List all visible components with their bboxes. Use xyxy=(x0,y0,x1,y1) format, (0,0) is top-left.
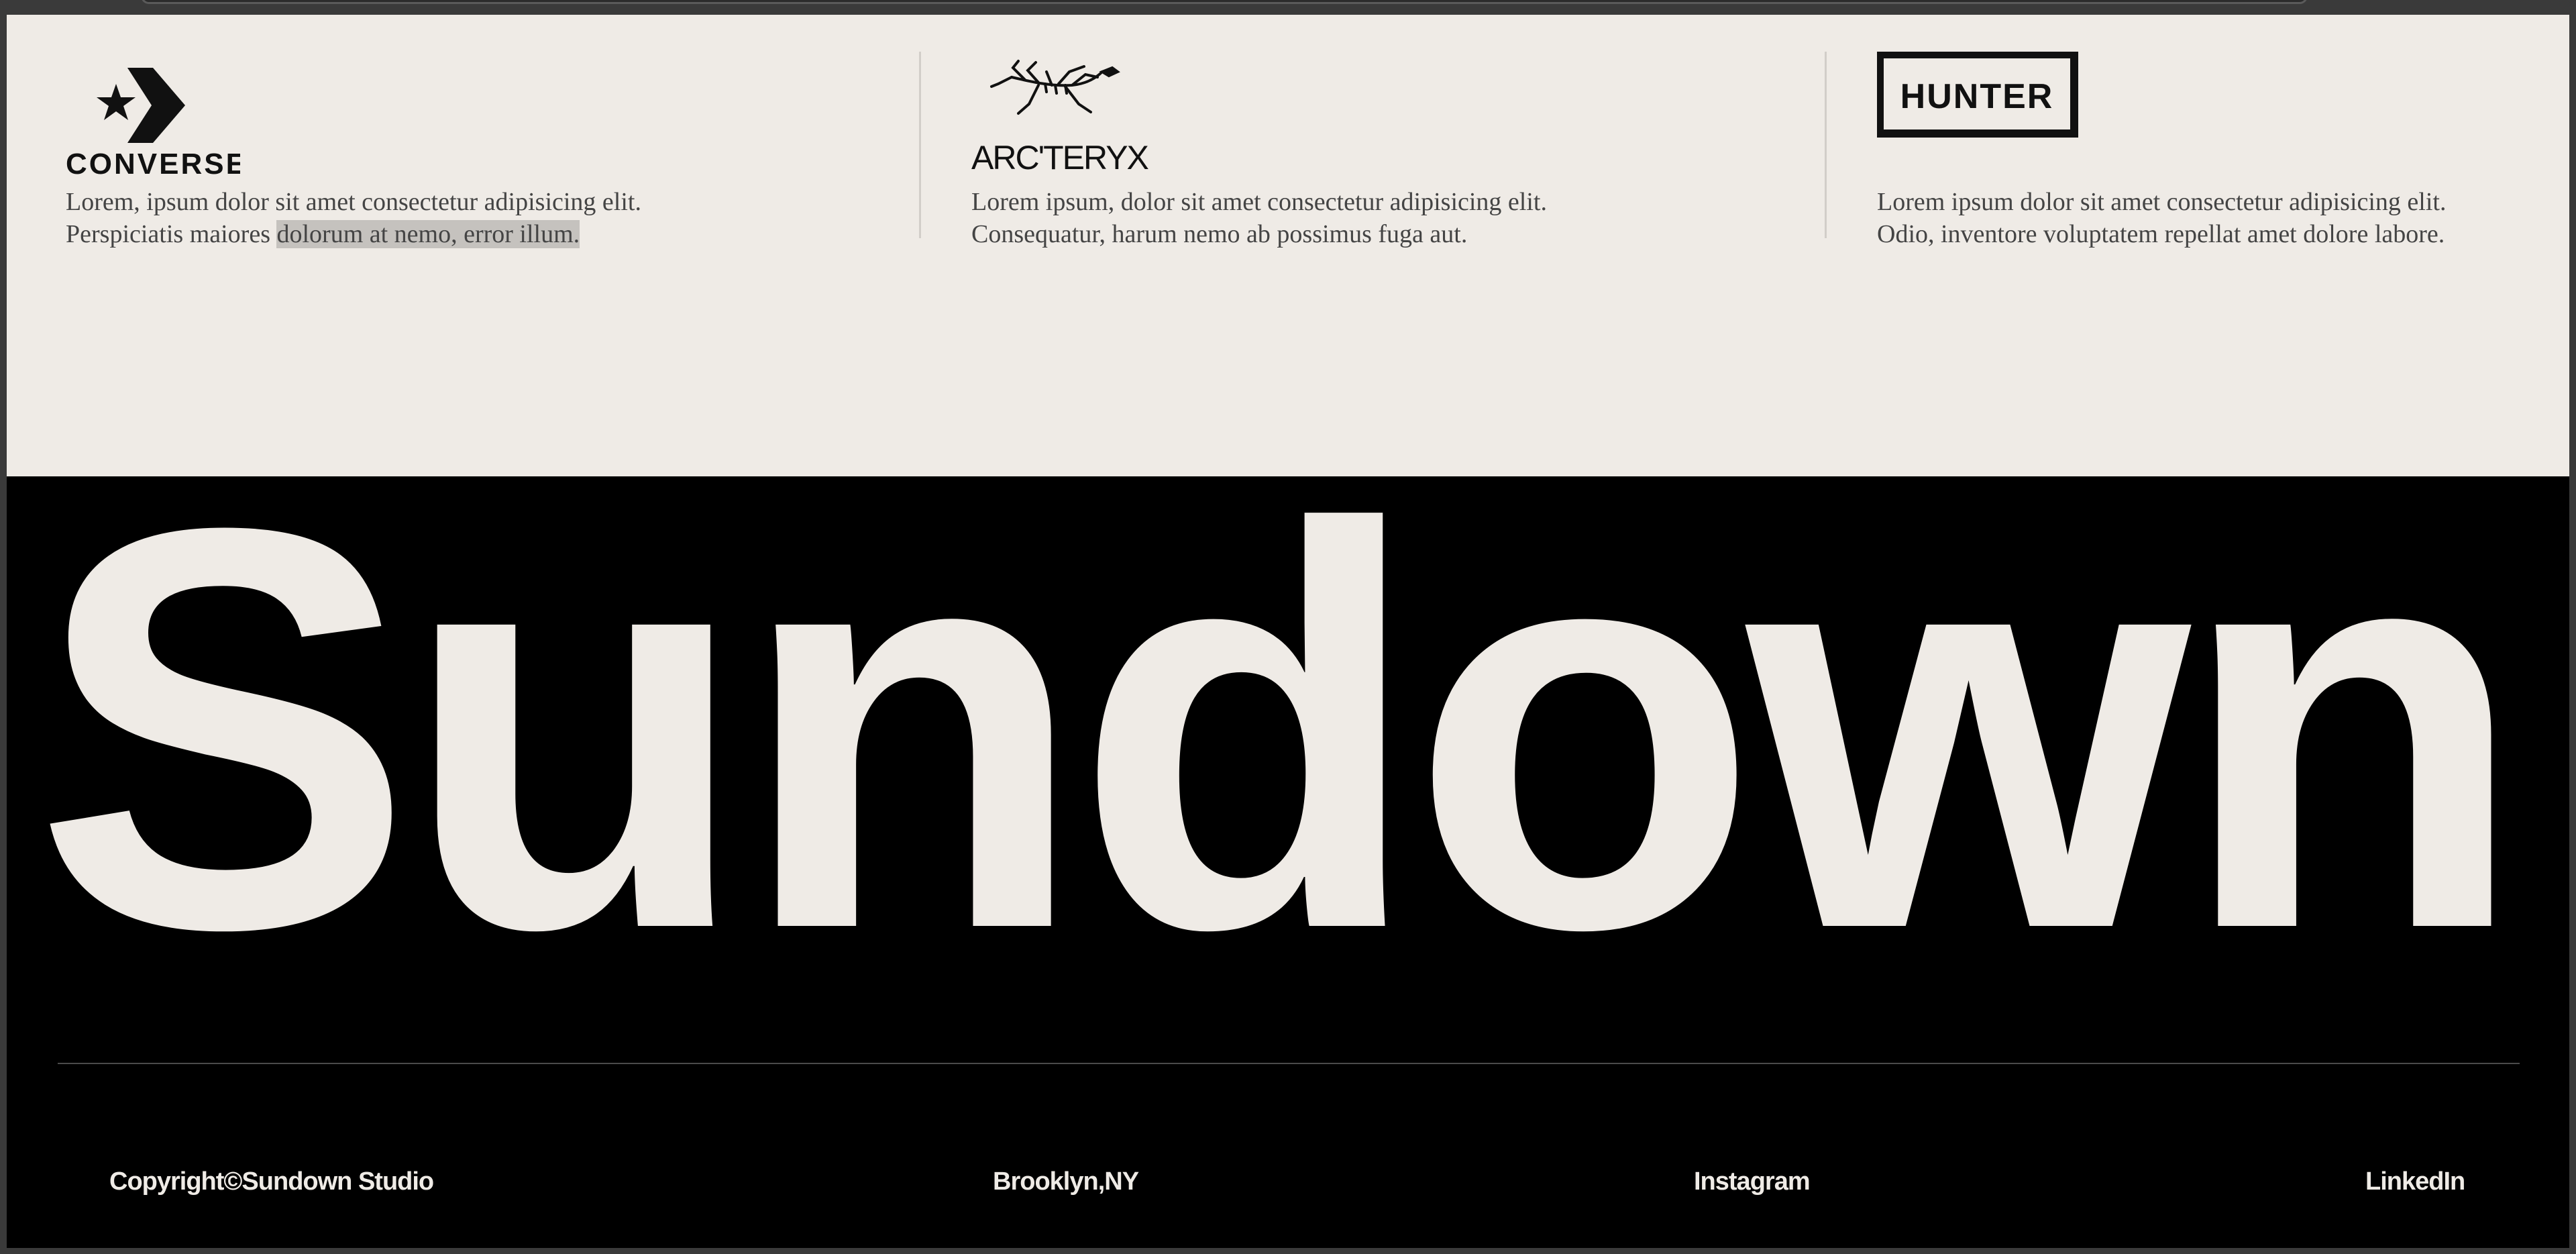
brand-description: Lorem ipsum dolor sit amet consectetur a… xyxy=(1877,186,2569,250)
converse-wordmark: CONVERSE xyxy=(66,148,240,180)
desc-text: Perspiciatis maiores xyxy=(66,220,277,248)
hero-wordmark: Sundown xyxy=(34,411,2526,1047)
column-divider xyxy=(1825,52,1827,238)
brand-desc-line: Perspiciatis maiores dolorum at nemo, er… xyxy=(66,218,904,250)
brand-desc-line: Odio, inventore voluptatem repellat amet… xyxy=(1877,220,2445,248)
brand-desc-line: Lorem, ipsum dolor sit amet consectetur … xyxy=(66,188,641,216)
selected-text: dolorum at nemo, error illum. xyxy=(276,220,580,248)
arcteryx-logo: ARC'TERYX xyxy=(971,52,1240,186)
column-divider xyxy=(919,52,921,238)
footer-divider xyxy=(58,1063,2520,1064)
archaeopteryx-fossil-icon: ARC'TERYX xyxy=(971,60,1150,176)
brand-card-converse: CONVERSE Lorem, ipsum dolor sit amet con… xyxy=(66,52,898,253)
converse-logo: CONVERSE xyxy=(66,52,334,186)
converse-star-chevron-icon: CONVERSE xyxy=(66,68,246,180)
brand-card-arcteryx: ARC'TERYX Lorem ipsum, dolor sit amet co… xyxy=(971,52,1803,253)
footer-location: Brooklyn,NY xyxy=(993,1167,1139,1196)
instagram-link[interactable]: Instagram xyxy=(1694,1167,1811,1196)
page: CONVERSE Lorem, ipsum dolor sit amet con… xyxy=(7,15,2569,1248)
hunter-logo: HUNTER xyxy=(1876,50,2145,186)
brand-desc-line: Lorem ipsum dolor sit amet consectetur a… xyxy=(1877,188,2447,216)
brand-description: Lorem, ipsum dolor sit amet consectetur … xyxy=(66,186,904,250)
brand-card-hunter: HUNTER Lorem ipsum dolor sit amet consec… xyxy=(1876,50,2548,253)
arcteryx-wordmark: ARC'TERYX xyxy=(971,139,1149,176)
browser-address-bar[interactable] xyxy=(141,0,2308,4)
brand-desc-line: Lorem ipsum, dolor sit amet consectetur … xyxy=(971,188,1547,216)
brands-section: CONVERSE Lorem, ipsum dolor sit amet con… xyxy=(7,15,2569,476)
hunter-box-icon: HUNTER xyxy=(1876,50,2078,138)
hunter-wordmark: HUNTER xyxy=(1900,77,2054,116)
brand-description: Lorem ipsum, dolor sit amet consectetur … xyxy=(971,186,1810,250)
brand-desc-line: Consequatur, harum nemo ab possimus fuga… xyxy=(971,220,1468,248)
linkedin-link[interactable]: LinkedIn xyxy=(2365,1167,2465,1196)
footer-copyright: Copyright©Sundown Studio xyxy=(109,1167,434,1196)
